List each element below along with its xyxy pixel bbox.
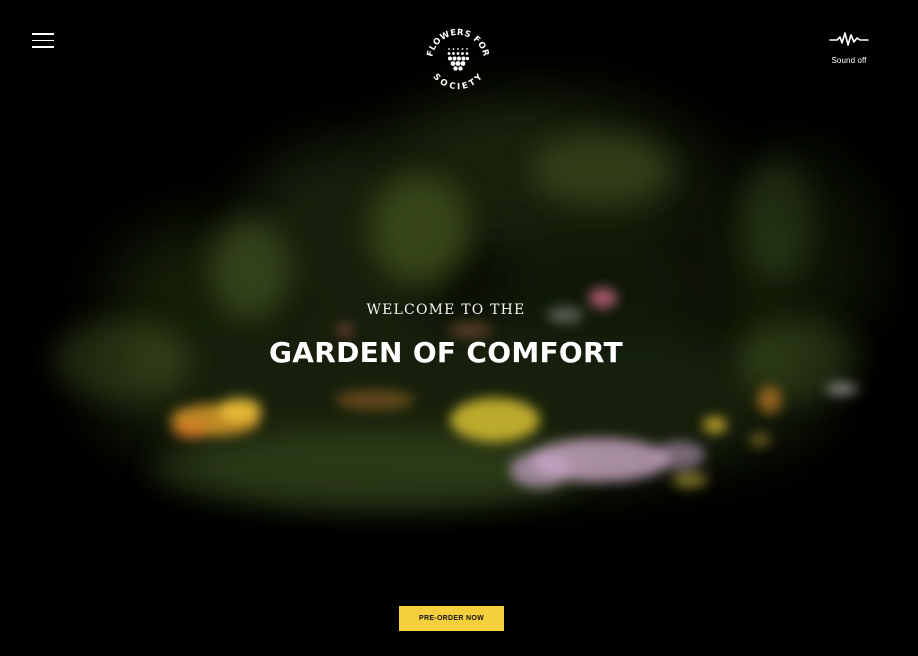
brand-logo[interactable]: FLOWERS FOR SOCIETY: [423, 25, 493, 91]
sound-toggle-button[interactable]: Sound off: [826, 30, 872, 70]
logo-arc-bottom: SOCIETY: [431, 72, 485, 91]
pre-order-button[interactable]: PRE-ORDER NOW: [399, 606, 504, 631]
hero-kicker: WELCOME TO THE: [366, 302, 526, 318]
sound-wave-icon: [829, 32, 869, 46]
hero-title: GARDEN OF COMFORT: [268, 336, 624, 369]
landing-page: FLOWERS FOR SOCIETY Sound off WELCOME TO…: [0, 0, 918, 656]
particle-garden-scene: [0, 0, 918, 656]
sound-label: Sound off: [831, 56, 867, 65]
hamburger-menu-icon: [32, 33, 54, 35]
svg-text:SOCIETY: SOCIETY: [431, 72, 486, 91]
menu-button[interactable]: [32, 33, 54, 48]
flower-dots-icon: [447, 48, 470, 71]
